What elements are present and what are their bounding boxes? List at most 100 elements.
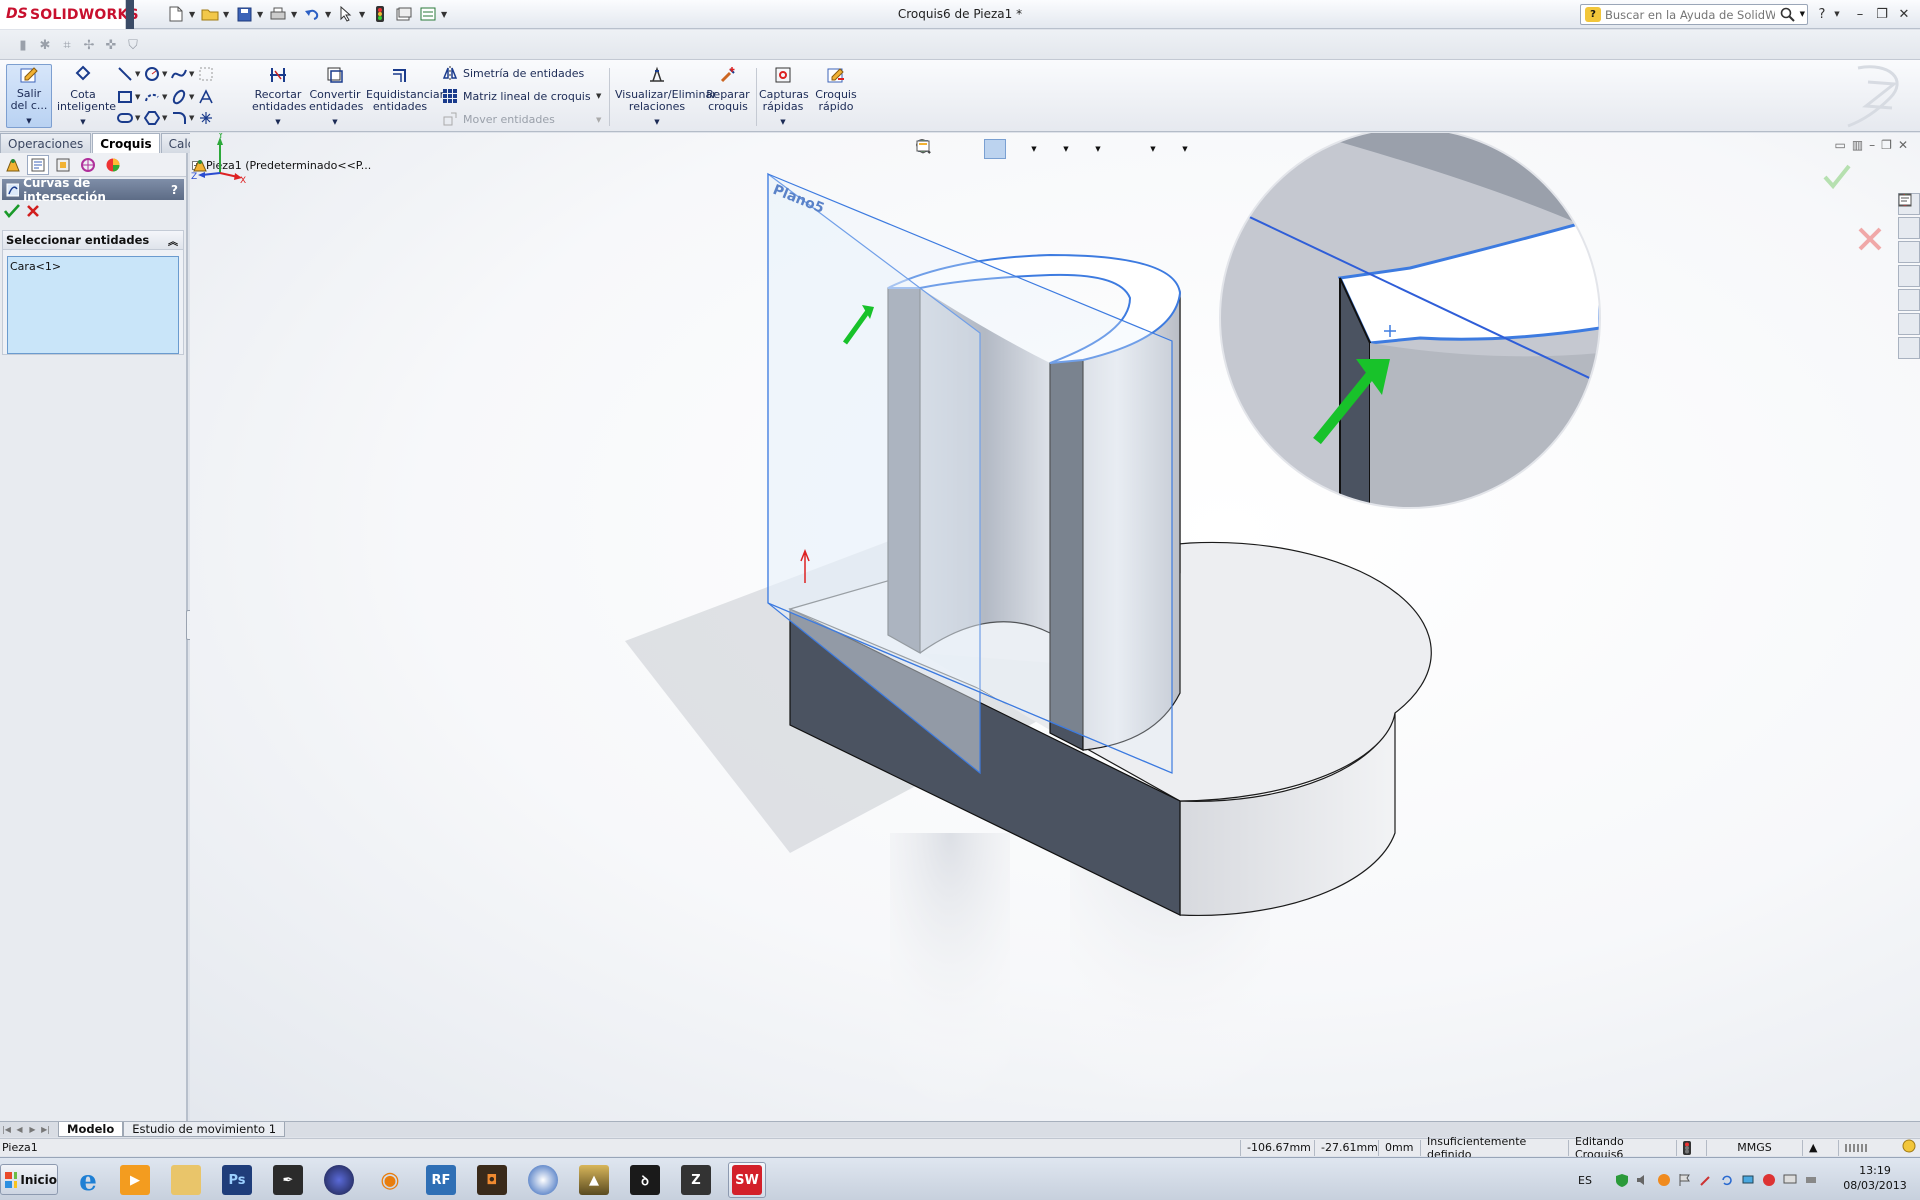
tab-croquis[interactable]: Croquis xyxy=(92,133,160,153)
polygon-icon[interactable] xyxy=(142,108,162,128)
display-style-icon[interactable] xyxy=(917,139,1061,159)
taskbar-app-realflow[interactable]: RF xyxy=(422,1162,460,1198)
close-icon[interactable]: ✕ xyxy=(1898,138,1908,152)
chevron-down-icon[interactable]: ▼ xyxy=(1149,139,1157,159)
chevron-down-icon[interactable]: ▼ xyxy=(780,116,785,128)
chevron-down-icon[interactable]: ▼ xyxy=(135,70,142,78)
move-entities-button[interactable]: Mover entidades xyxy=(442,109,555,129)
chevron-down-icon[interactable]: ▼ xyxy=(135,93,142,101)
clock[interactable]: 13:19 08/03/2013 xyxy=(1836,1163,1914,1193)
restore-icon[interactable]: ❐ xyxy=(1881,138,1892,152)
language-indicator[interactable]: ES xyxy=(1578,1174,1592,1187)
flag-icon[interactable] xyxy=(1677,1172,1694,1189)
design-library-icon[interactable] xyxy=(1898,194,1920,263)
split-icon[interactable]: ▥ xyxy=(1852,138,1863,152)
save-icon[interactable] xyxy=(233,5,255,23)
previous-view-icon[interactable] xyxy=(917,139,983,159)
security-shield-icon[interactable] xyxy=(1614,1172,1631,1189)
chevron-down-icon[interactable]: ▼ xyxy=(189,5,197,23)
sketch-tool-icon[interactable]: ✢ xyxy=(80,36,98,54)
refresh-icon[interactable] xyxy=(1719,1172,1736,1189)
file-explorer-icon[interactable] xyxy=(1898,195,1920,287)
help-status-icon[interactable] xyxy=(1898,1139,1916,1156)
point-icon[interactable] xyxy=(196,108,216,128)
zoom-to-area-icon[interactable] xyxy=(916,139,960,159)
selection-list[interactable]: Cara<1> xyxy=(7,256,179,354)
chevron-down-icon[interactable]: ▼ xyxy=(162,114,169,122)
sketch-tool-icon[interactable]: ⌗ xyxy=(58,36,76,54)
chevron-down-icon[interactable]: ▼ xyxy=(162,70,169,78)
sketch-tool-icon[interactable]: ✱ xyxy=(36,36,54,54)
slot-icon[interactable] xyxy=(115,108,135,128)
restore-icon[interactable]: ❐ xyxy=(1872,5,1892,23)
previous-tab-arrow-icon[interactable]: ◀ xyxy=(13,1123,26,1137)
cancel-x-icon[interactable] xyxy=(1856,225,1886,255)
sketch-grid-icon[interactable] xyxy=(196,64,216,84)
minimize-icon[interactable]: – xyxy=(1850,5,1870,23)
open-folder-icon[interactable] xyxy=(199,5,221,23)
display-delete-relations-button[interactable]: Visualizar/Eliminar relaciones ▼ xyxy=(614,64,717,128)
view-settings-icon[interactable] xyxy=(916,139,1180,159)
chevron-down-icon[interactable]: ▼ xyxy=(654,116,659,128)
chevron-down-icon[interactable]: ▼ xyxy=(257,5,265,23)
fillet-icon[interactable] xyxy=(169,108,189,128)
avast-icon[interactable] xyxy=(1656,1172,1673,1189)
selection-list-item[interactable]: Cara<1> xyxy=(10,260,176,273)
confirm-checkmark-icon[interactable] xyxy=(1822,163,1852,193)
appearances-icon[interactable] xyxy=(1898,194,1920,335)
model-view[interactable]: Plano5 xyxy=(190,133,1920,1121)
chevron-down-icon[interactable]: ▼ xyxy=(1827,5,1847,23)
last-tab-arrow-icon[interactable]: ▶| xyxy=(39,1123,52,1137)
rectangle-icon[interactable] xyxy=(115,87,135,107)
text-icon[interactable] xyxy=(196,87,216,107)
taskbar-app-daemon-tools[interactable] xyxy=(524,1162,562,1198)
display-manager-icon[interactable] xyxy=(102,155,124,175)
quick-snaps-button[interactable]: Capturas rápidas ▼ xyxy=(758,64,809,128)
units-caret-icon[interactable]: ▲ xyxy=(1802,1139,1838,1156)
arc-icon[interactable] xyxy=(142,87,162,107)
usb-icon[interactable] xyxy=(1803,1172,1820,1189)
chevron-down-icon[interactable]: ▼ xyxy=(275,116,280,128)
first-tab-arrow-icon[interactable]: |◀ xyxy=(0,1123,13,1137)
spline-icon[interactable] xyxy=(169,64,189,84)
chevron-down-icon[interactable]: ▼ xyxy=(325,5,333,23)
offset-entities-button[interactable]: Equidistanciar entidades xyxy=(365,64,444,128)
menu-expand-arrow[interactable] xyxy=(126,0,134,29)
network-icon[interactable] xyxy=(1740,1172,1757,1189)
select-entities-header[interactable]: Seleccionar entidades ︽ xyxy=(3,231,183,250)
view-palette-icon[interactable] xyxy=(1898,193,1920,311)
chevron-down-icon[interactable]: ▼ xyxy=(80,116,85,128)
chevron-down-icon[interactable]: ▼ xyxy=(162,93,169,101)
chevron-down-icon[interactable]: ▼ xyxy=(332,116,337,128)
convert-entities-button[interactable]: Convertir entidades ▼ xyxy=(307,64,363,128)
rebuild-icon[interactable] xyxy=(369,5,391,23)
taskbar-app-solidworks[interactable]: SW xyxy=(728,1162,766,1198)
taskbar-app-photoshop[interactable]: Ps xyxy=(218,1162,256,1198)
linear-pattern-button[interactable]: Matriz lineal de croquis xyxy=(442,86,591,106)
file-properties-icon[interactable] xyxy=(393,5,415,23)
minimize-icon[interactable]: – xyxy=(1869,138,1875,152)
select-pointer-icon[interactable] xyxy=(335,5,357,23)
options-icon[interactable] xyxy=(417,5,439,23)
apply-scene-icon[interactable] xyxy=(917,139,1148,159)
chevron-down-icon[interactable]: ▼ xyxy=(189,70,196,78)
mirror-entities-button[interactable]: Simetría de entidades xyxy=(442,63,584,83)
taskbar-app-media-player[interactable]: ▶ xyxy=(116,1162,154,1198)
collapse-chevron-icon[interactable]: ︽ xyxy=(168,233,178,248)
chevron-down-icon[interactable]: ▼ xyxy=(1030,139,1038,159)
chevron-down-icon[interactable]: ▼ xyxy=(1094,139,1102,159)
cancel-button[interactable] xyxy=(26,204,40,221)
status-units[interactable]: MMGS xyxy=(1706,1139,1802,1156)
display-icon[interactable] xyxy=(1782,1172,1799,1189)
configuration-manager-icon[interactable] xyxy=(52,155,74,175)
taskbar-app-3ds-max[interactable]: ▲ xyxy=(575,1162,613,1198)
volume-icon[interactable] xyxy=(1635,1172,1652,1189)
chevron-down-icon[interactable]: ▼ xyxy=(189,93,196,101)
help-icon[interactable]: ? xyxy=(171,183,178,197)
feature-tree-icon[interactable] xyxy=(2,155,24,175)
exit-sketch-button[interactable]: Salir del c... ▼ xyxy=(6,64,52,128)
tool-icon[interactable] xyxy=(1698,1172,1715,1189)
taskbar-app-cinema4d[interactable] xyxy=(320,1162,358,1198)
taskbar-app-blender[interactable]: ◉ xyxy=(371,1162,409,1198)
sketch-tool-icon[interactable]: ✜ xyxy=(102,36,120,54)
